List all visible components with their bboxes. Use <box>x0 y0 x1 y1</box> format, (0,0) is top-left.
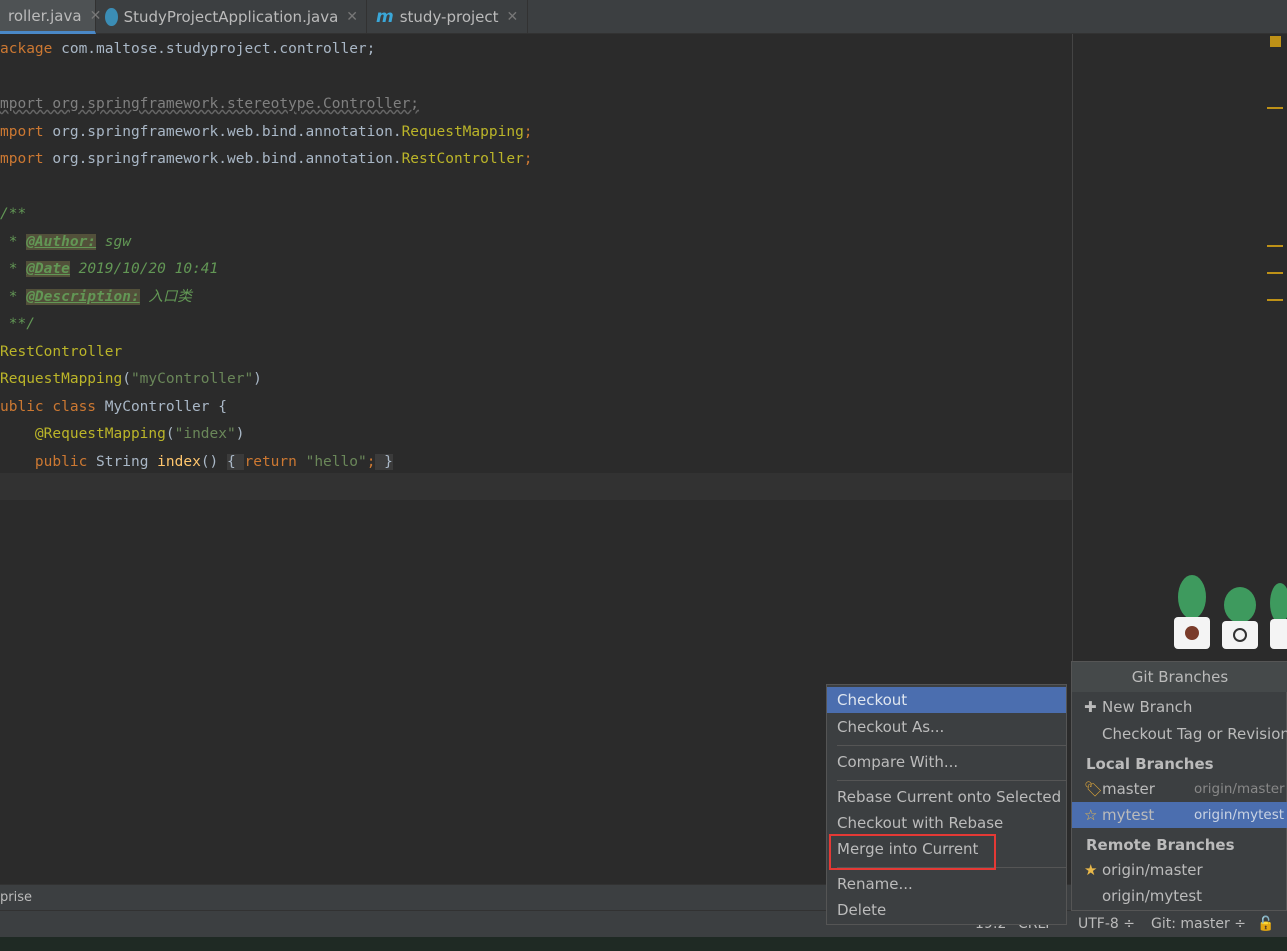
tracked-remote: origin/mytest <box>1194 807 1285 823</box>
code-line: /** <box>0 206 27 222</box>
code-line: * @Author: sgw <box>0 233 131 250</box>
branch-item-origin-master[interactable]: ★ origin/master <box>1072 857 1287 883</box>
maven-icon: m <box>376 7 394 27</box>
item-label: New Branch <box>1102 698 1193 716</box>
code-line: mport org.springframework.stereotype.Con… <box>0 96 420 112</box>
branch-name: origin/master <box>1102 861 1203 879</box>
code-line: @RequestMapping("index") <box>0 426 245 442</box>
tab-study-project[interactable]: m study-project ✕ <box>368 0 528 34</box>
code-line: **/ <box>0 316 35 332</box>
new-branch-item[interactable]: ✚ New Branch <box>1072 694 1287 720</box>
menu-item-checkout-as[interactable]: Checkout As... <box>827 714 1066 740</box>
code-line: ackage com.maltose.studyproject.controll… <box>0 41 376 57</box>
spring-boot-icon <box>105 8 118 26</box>
current-line-highlight <box>0 473 1072 500</box>
code-line: * @Description: 入口类 <box>0 288 192 305</box>
os-taskbar <box>0 937 1287 951</box>
error-stripe-mark[interactable] <box>1267 245 1283 247</box>
error-stripe-mark[interactable] <box>1267 107 1283 109</box>
menu-item-checkout[interactable]: Checkout <box>827 687 1066 713</box>
menu-item-compare-with[interactable]: Compare With... <box>827 749 1066 775</box>
menu-item-rename[interactable]: Rename... <box>827 871 1066 897</box>
menu-item-delete[interactable]: Delete <box>827 897 1066 923</box>
tab-controller[interactable]: roller.java ✕ <box>0 0 101 34</box>
code-line: RequestMapping("myController") <box>0 371 262 387</box>
git-branches-popup: Git Branches ✚ New Branch Checkout Tag or… <box>1071 661 1287 911</box>
item-label: Checkout Tag or Revision... <box>1102 725 1287 743</box>
branch-item-mytest[interactable]: ☆ mytest origin/mytest <box>1072 802 1287 828</box>
tag-icon: 🏷 <box>1084 780 1104 798</box>
code-line: mport org.springframework.web.bind.annot… <box>0 151 533 167</box>
close-icon[interactable]: ✕ <box>346 9 358 25</box>
tab-label: study-project <box>399 8 499 26</box>
error-stripe-mark[interactable] <box>1267 299 1283 301</box>
code-line: ublic class MyController { <box>0 398 227 415</box>
encoding-selector[interactable]: UTF-8 ÷ <box>1078 916 1135 932</box>
star-icon: ★ <box>1084 861 1098 879</box>
code-line: * @Date 2019/10/20 10:41 <box>0 261 219 277</box>
error-stripe-warning-icon <box>1270 36 1281 47</box>
tab-application[interactable]: StudyProjectApplication.java ✕ <box>97 0 367 34</box>
tracked-remote: origin/master <box>1194 781 1285 797</box>
tab-label: StudyProjectApplication.java <box>123 8 339 26</box>
git-branch-selector[interactable]: Git: master ÷ <box>1151 916 1246 932</box>
local-branches-header: Local Branches <box>1086 755 1214 773</box>
menu-separator <box>837 745 1066 746</box>
cactus-decoration-icon <box>1174 575 1287 649</box>
status-bar: 19:2 CRLF UTF-8 ÷ Git: master ÷ 🔓 <box>0 910 1287 937</box>
highlight-box <box>829 834 996 870</box>
branch-context-menu: Checkout Checkout As... Compare With... … <box>826 684 1067 925</box>
close-icon[interactable]: ✕ <box>507 9 519 25</box>
code-line: RestController <box>0 343 123 360</box>
editor-tabs: roller.java ✕ StudyProjectApplication.jav… <box>0 0 1287 34</box>
lock-icon[interactable]: 🔓 <box>1257 916 1274 932</box>
error-stripe-mark[interactable] <box>1267 272 1283 274</box>
right-margin-guide <box>1072 34 1073 664</box>
branch-name: mytest <box>1102 806 1155 824</box>
menu-separator <box>837 780 1066 781</box>
checkout-tag-item[interactable]: Checkout Tag or Revision... <box>1072 721 1287 747</box>
branch-item-origin-mytest[interactable]: origin/mytest <box>1072 883 1287 909</box>
menu-item-rebase[interactable]: Rebase Current onto Selected <box>827 784 1066 810</box>
popup-title: Git Branches <box>1072 662 1287 692</box>
menu-item-checkout-with-rebase[interactable]: Checkout with Rebase <box>827 810 1066 836</box>
plus-icon: ✚ <box>1084 698 1097 716</box>
branch-name: origin/mytest <box>1102 887 1203 905</box>
remote-branches-header: Remote Branches <box>1086 836 1235 854</box>
star-outline-icon: ☆ <box>1084 806 1098 824</box>
branch-item-master[interactable]: 🏷 master origin/master <box>1072 776 1287 802</box>
branch-name: master <box>1102 780 1155 798</box>
tool-window-label[interactable]: prise <box>0 890 32 905</box>
code-line: mport org.springframework.web.bind.annot… <box>0 123 533 140</box>
tab-label: roller.java <box>8 6 82 25</box>
code-line: public String index() { return "hello"; … <box>0 453 393 470</box>
